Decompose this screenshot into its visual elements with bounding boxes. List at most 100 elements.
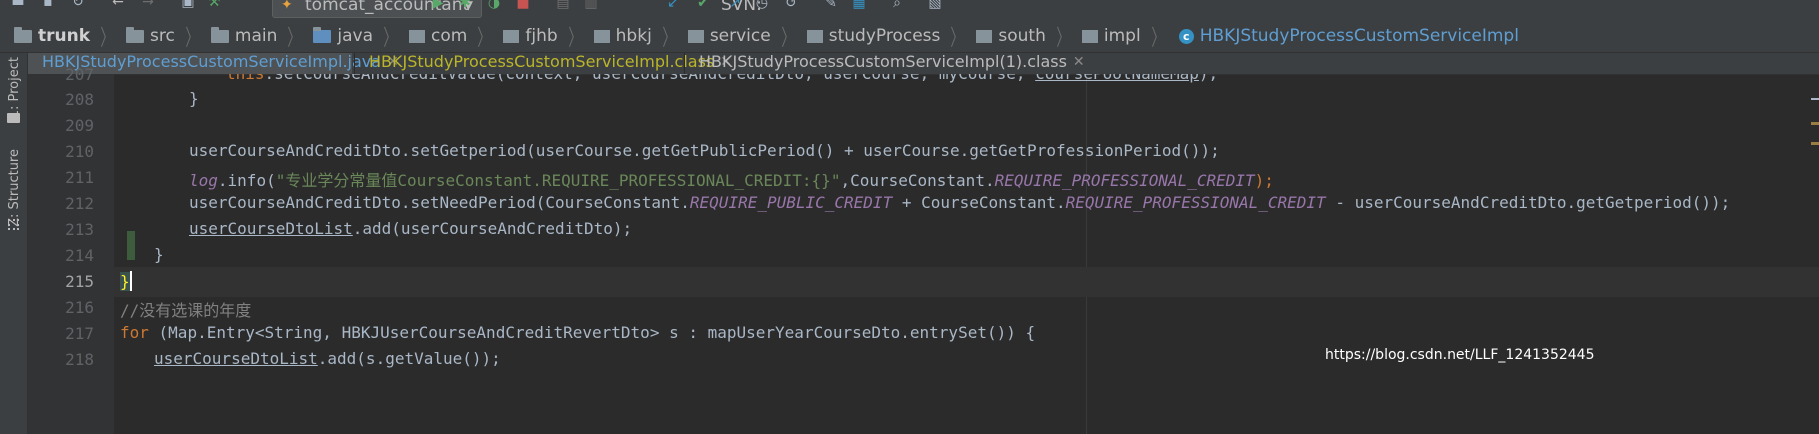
separator-icon: 〉 bbox=[662, 26, 676, 51]
code-line-214: } bbox=[114, 245, 1819, 264]
package-icon bbox=[593, 29, 610, 43]
class-icon: c bbox=[1178, 28, 1194, 44]
package-icon bbox=[976, 29, 993, 43]
line-number: 211 bbox=[65, 168, 94, 187]
code-field: REQUIRE_PROFESSIONAL_CREDIT bbox=[994, 171, 1255, 190]
build-icon[interactable]: ▣ bbox=[180, 0, 196, 10]
project-tool-tab[interactable]: 1: Project bbox=[3, 57, 23, 157]
code-text: userCourseAndCreditDto.setNeedPeriod(Cou… bbox=[189, 193, 690, 212]
separator-icon: 〉 bbox=[950, 26, 964, 51]
breadcrumb-item-trunk[interactable]: trunk bbox=[0, 20, 90, 52]
line-number: 217 bbox=[65, 324, 94, 343]
package-icon bbox=[503, 29, 520, 43]
close-icon[interactable]: ✕ bbox=[1073, 53, 1085, 74]
string-literal: "专业学分常量值CourseConstant.REQUIRE_PROFESSIO… bbox=[275, 171, 841, 190]
package-icon bbox=[1081, 29, 1098, 43]
breadcrumb-item-java[interactable]: java bbox=[305, 20, 373, 52]
structure-tool-tab[interactable]: Z: Structure bbox=[3, 149, 23, 229]
tab-label: HBKJStudyProcessCustomServiceImpl.class bbox=[369, 53, 715, 71]
line-number: 207 bbox=[65, 65, 94, 84]
tasks-icon[interactable]: ▧ bbox=[927, 0, 943, 11]
search-icon[interactable]: ⌕ bbox=[889, 0, 905, 11]
breadcrumb-item-impl[interactable]: impl bbox=[1074, 20, 1141, 52]
code-text: .setCourseAndCreditValue(context, userCo… bbox=[265, 74, 1036, 83]
artifact-icon[interactable]: ▥ bbox=[583, 0, 599, 11]
warning-marker[interactable] bbox=[1811, 122, 1819, 125]
back-icon[interactable]: ← bbox=[110, 0, 126, 10]
line-number: 214 bbox=[65, 246, 94, 265]
hammer-icon[interactable]: ⚒ bbox=[206, 0, 222, 10]
forward-icon[interactable]: → bbox=[140, 0, 156, 10]
line-number: 218 bbox=[65, 350, 94, 369]
separator-icon: 〉 bbox=[383, 26, 397, 51]
breadcrumb-label: impl bbox=[1103, 26, 1141, 46]
breadcrumb-item-south[interactable]: south bbox=[968, 20, 1046, 52]
code-field: REQUIRE_PROFESSIONAL_CREDIT bbox=[1065, 193, 1326, 212]
line-number: 209 bbox=[65, 116, 94, 135]
coverage-icon[interactable]: ◑ bbox=[486, 0, 502, 11]
code-field: userCourseDtoList bbox=[189, 219, 353, 238]
stop-icon[interactable]: ■ bbox=[515, 0, 531, 11]
breadcrumb-item-com[interactable]: com bbox=[401, 20, 467, 52]
breadcrumb-label: HBKJStudyProcessCustomServiceImpl bbox=[1199, 26, 1519, 46]
breadcrumb-item-fjhb[interactable]: fjhb bbox=[495, 20, 558, 52]
structure-tab-label: Z: Structure bbox=[7, 149, 22, 227]
code-text: .info( bbox=[217, 171, 276, 190]
breadcrumb-label: java bbox=[337, 26, 374, 46]
separator-icon: 〉 bbox=[568, 26, 582, 51]
breadcrumb-item-studyprocess[interactable]: studyProcess bbox=[799, 20, 940, 52]
run-config-select[interactable]: ✦ tomcat_accountant ▼ bbox=[272, 0, 482, 18]
separator-icon: 〉 bbox=[100, 26, 114, 51]
line-number: 210 bbox=[65, 142, 94, 161]
svn-compare-icon[interactable]: ↗ bbox=[727, 0, 743, 11]
warning-marker[interactable] bbox=[1811, 142, 1819, 145]
line-number: 208 bbox=[65, 90, 94, 109]
code-line-215: } bbox=[114, 271, 1819, 291]
source-folder-icon bbox=[313, 26, 332, 43]
open-folder-icon[interactable]: ▬ bbox=[10, 0, 26, 10]
project-structure-icon[interactable]: ▦ bbox=[851, 0, 867, 11]
stripe-marker[interactable] bbox=[1811, 98, 1819, 100]
breadcrumb-item-class[interactable]: c HBKJStudyProcessCustomServiceImpl bbox=[1169, 20, 1519, 52]
update-icon[interactable]: ▤ bbox=[555, 0, 571, 11]
text-caret bbox=[129, 271, 132, 291]
separator-icon: 〉 bbox=[1151, 26, 1165, 51]
svn-update-icon[interactable]: ↙ bbox=[665, 0, 681, 11]
keyword: for bbox=[120, 323, 149, 342]
svn-commit-icon[interactable]: ✔ bbox=[695, 0, 711, 11]
code-line-212: userCourseAndCreditDto.setNeedPeriod(Cou… bbox=[114, 193, 1819, 212]
main-toolbar: ▬ ▪ ↻ ← → ▣ ⚒ ✦ tomcat_accountant ▼ ▶ ✱ … bbox=[0, 0, 1819, 20]
separator-icon: 〉 bbox=[287, 26, 301, 51]
code-line-207: this.setCourseAndCreditValue(context, us… bbox=[114, 74, 1819, 83]
code-text: - userCourseAndCreditDto.getGetperiod())… bbox=[1325, 193, 1731, 212]
package-icon bbox=[409, 29, 426, 43]
breadcrumb-item-src[interactable]: src bbox=[118, 20, 175, 52]
save-icon[interactable]: ▪ bbox=[40, 0, 56, 10]
tomcat-icon: ✦ bbox=[281, 0, 293, 13]
module-folder-icon bbox=[14, 26, 32, 43]
breadcrumb-item-hbkj[interactable]: hbkj bbox=[586, 20, 652, 52]
line-number: 216 bbox=[65, 298, 94, 317]
sync-icon[interactable]: ↻ bbox=[70, 0, 86, 10]
watermark: https://blog.csdn.net/LLF_1241352445 bbox=[1325, 347, 1595, 363]
line-number: 212 bbox=[65, 194, 94, 213]
code-field: coursePoolNameMap bbox=[1035, 74, 1199, 83]
svn-revert-icon[interactable]: ↺ bbox=[783, 0, 799, 11]
code-text: } bbox=[154, 245, 164, 264]
settings-wrench-icon[interactable]: ✎ bbox=[823, 0, 839, 11]
breadcrumb-item-main[interactable]: main bbox=[203, 20, 277, 52]
breadcrumb-item-service[interactable]: service bbox=[680, 20, 771, 52]
code-field: userCourseDtoList bbox=[154, 349, 318, 368]
tab-class-file-1[interactable]: HBKJStudyProcessCustomServiceImpl(1).cla… bbox=[684, 53, 1085, 74]
breadcrumb-label: src bbox=[150, 26, 175, 46]
code-text: } bbox=[189, 89, 199, 108]
debug-icon[interactable]: ✱ bbox=[457, 0, 473, 11]
tab-class-file[interactable]: HBKJStudyProcessCustomServiceImpl.class … bbox=[354, 53, 732, 74]
package-icon bbox=[687, 29, 704, 43]
matched-brace: } bbox=[120, 272, 130, 291]
code-editor[interactable]: this.setCourseAndCreditValue(context, us… bbox=[114, 74, 1819, 434]
svn-history-icon[interactable]: ◷ bbox=[754, 0, 770, 11]
run-icon[interactable]: ▶ bbox=[430, 0, 446, 11]
code-text: ); bbox=[1254, 171, 1274, 190]
code-text: userCourseAndCreditDto.setGetperiod(user… bbox=[189, 141, 1220, 160]
